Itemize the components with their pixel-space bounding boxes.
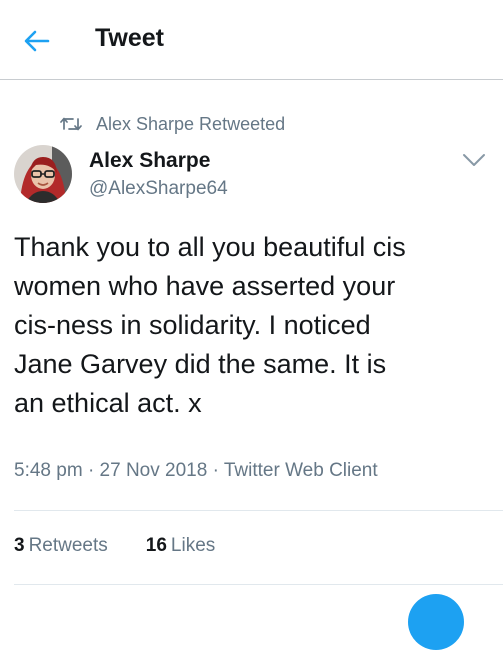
- likes-label: Likes: [170, 535, 216, 556]
- tweet-text: Thank you to all you beautiful cis women…: [14, 232, 406, 418]
- author-name[interactable]: Alex Sharpe: [89, 149, 210, 173]
- meta-separator: ·: [87, 460, 95, 481]
- avatar[interactable]: [14, 145, 72, 203]
- likes-count: 16: [145, 535, 167, 556]
- page-title: Tweet: [95, 24, 164, 52]
- retweets-label: Retweets: [28, 535, 108, 556]
- author-handle[interactable]: @AlexSharpe64: [89, 178, 228, 200]
- tweet-time: 5:48 pm: [14, 460, 83, 481]
- retweets-count: 3: [14, 535, 25, 556]
- divider: [14, 510, 503, 511]
- retweet-icon: [60, 116, 82, 132]
- tweet-metadata: 5:48 pm · 27 Nov 2018 · Twitter Web Clie…: [14, 460, 378, 482]
- compose-button[interactable]: [408, 594, 464, 650]
- back-arrow-icon[interactable]: [22, 26, 52, 56]
- retweet-context-label: Alex Sharpe Retweeted: [96, 113, 286, 134]
- chevron-down-icon[interactable]: [461, 150, 487, 170]
- likes-stat[interactable]: 16 Likes: [146, 535, 216, 557]
- engagement-stats: 3 Retweets 16 Likes: [14, 535, 215, 557]
- tweet-client[interactable]: Twitter Web Client: [224, 460, 378, 481]
- retweets-stat[interactable]: 3 Retweets: [14, 535, 108, 557]
- tweet-date: 27 Nov 2018: [99, 460, 208, 481]
- retweet-context: Alex Sharpe Retweeted: [60, 112, 285, 136]
- divider: [14, 584, 503, 585]
- top-bar: Tweet: [0, 0, 503, 80]
- meta-separator: ·: [212, 460, 219, 481]
